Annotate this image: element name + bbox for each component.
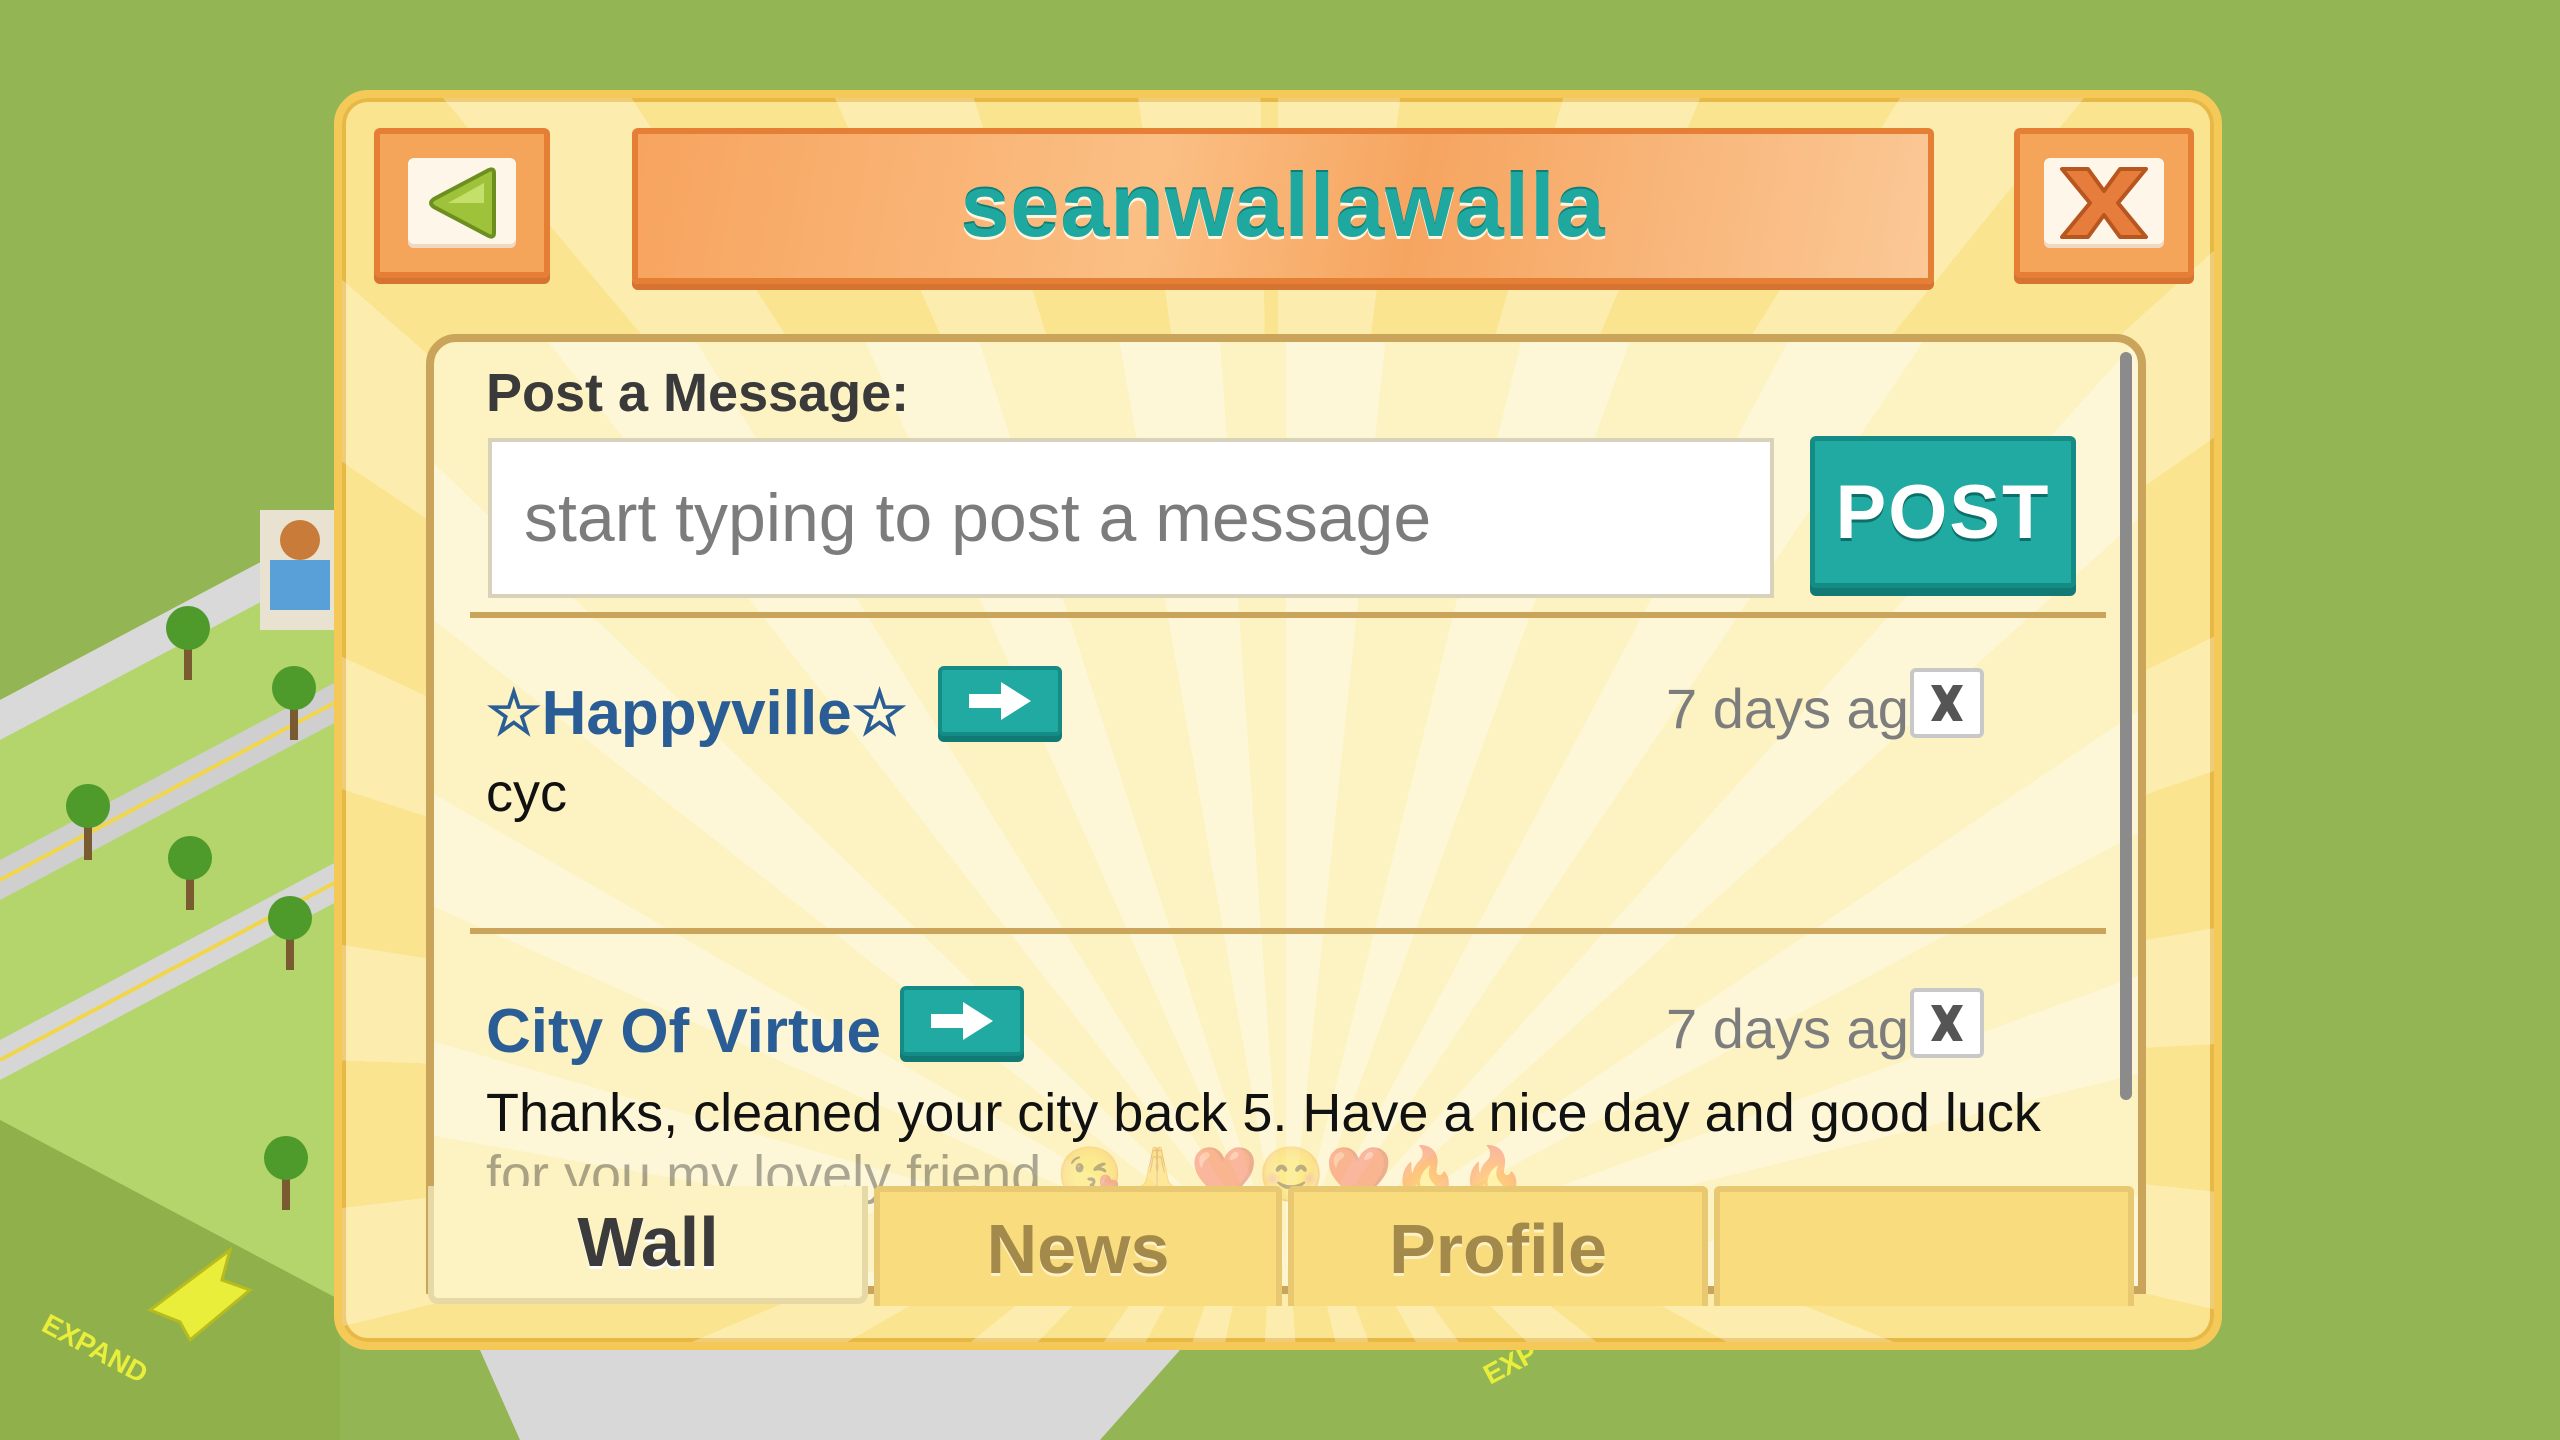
post-author[interactable]: City Of Virtue (486, 996, 881, 1067)
visit-city-button[interactable] (900, 986, 1024, 1056)
building-icon[interactable] (260, 510, 340, 630)
post-message-line: Thanks, cleaned your city back 5. Have a… (486, 1083, 2041, 1143)
scrollbar[interactable] (2120, 352, 2132, 1100)
close-x-icon (1931, 685, 1963, 721)
tab-bar: Wall News Profile (428, 1186, 2144, 1306)
close-x-icon (1931, 1005, 1963, 1041)
close-button-face (2044, 158, 2164, 248)
post-time: 7 days ago (1666, 677, 1940, 740)
tab-profile[interactable]: Profile (1288, 1186, 1708, 1306)
post-message-label: Post a Message: (486, 363, 910, 423)
back-arrow-icon (429, 167, 496, 239)
tab-news[interactable]: News (874, 1186, 1282, 1306)
tab-empty (1714, 1186, 2134, 1306)
tab-wall[interactable]: Wall (428, 1186, 868, 1304)
close-x-icon (2060, 167, 2148, 239)
title-banner: seanwallawalla (632, 128, 1934, 284)
divider (470, 928, 2106, 934)
arrow-right-icon (931, 1002, 993, 1040)
delete-post-button[interactable] (1910, 668, 1984, 738)
post-message: cyc (486, 763, 567, 823)
visit-city-button[interactable] (938, 666, 1062, 736)
post-button[interactable]: POST (1810, 436, 2076, 588)
wall-panel: Post a Message: POST ☆Happyville☆ 7 days… (426, 334, 2146, 1294)
delete-post-button[interactable] (1910, 988, 1984, 1058)
close-button[interactable] (2014, 128, 2194, 278)
back-button[interactable] (374, 128, 550, 278)
message-input[interactable] (488, 438, 1774, 598)
dialog-title: seanwallawalla (960, 156, 1606, 255)
profile-wall-dialog: seanwallawalla Post a Message: POST ☆Hap… (334, 90, 2222, 1350)
post-author[interactable]: ☆Happyville☆ (486, 676, 907, 749)
back-button-face (408, 158, 516, 248)
post-time: 7 days ago (1666, 997, 1940, 1060)
divider (470, 612, 2106, 618)
arrow-right-icon (969, 682, 1031, 720)
